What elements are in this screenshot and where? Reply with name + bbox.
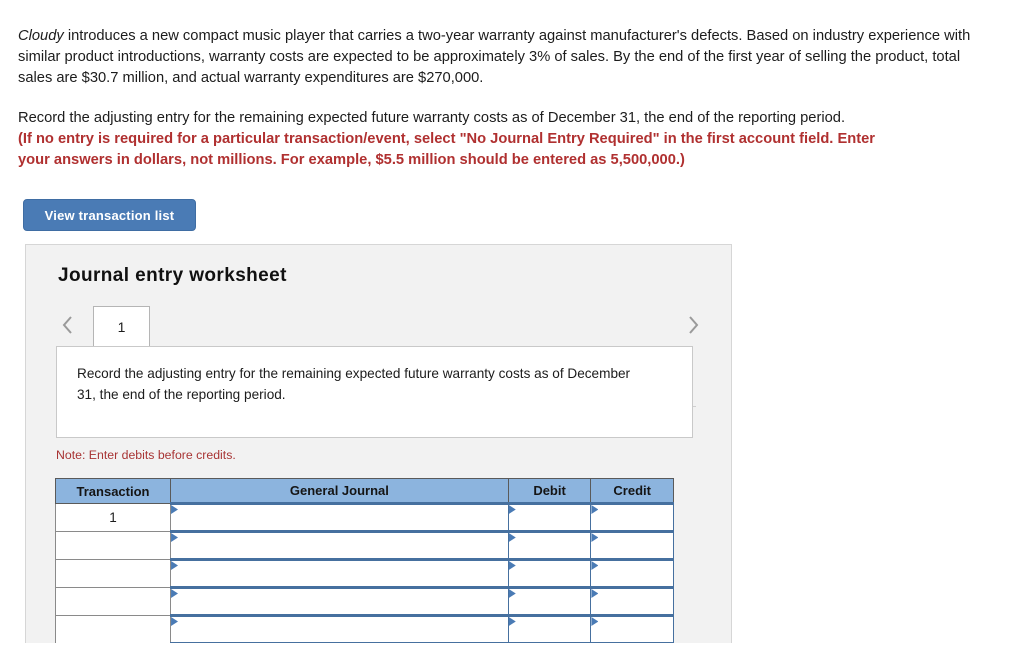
dropdown-flag-icon [508, 589, 516, 598]
problem-paragraph: Cloudy introduces a new compact music pl… [18, 26, 976, 89]
dropdown-flag-icon [508, 505, 516, 514]
dropdown-flag-icon [591, 505, 599, 514]
problem-paragraph-rest: introduces a new compact music player th… [18, 28, 971, 86]
credit-input[interactable] [590, 586, 674, 616]
debits-before-credits-note: Note: Enter debits before credits. [56, 448, 236, 462]
transaction-number-cell [54, 559, 172, 588]
credit-input[interactable] [590, 530, 674, 560]
general-journal-input[interactable] [170, 558, 509, 588]
general-journal-input[interactable] [170, 614, 509, 643]
worksheet-tab-1[interactable]: 1 [93, 306, 150, 346]
table-header-row: Transaction General Journal Debit Credit [54, 478, 674, 504]
problem-statement: Cloudy introduces a new compact music pl… [18, 26, 976, 89]
journal-entry-worksheet-panel: Journal entry worksheet 1 Record the adj… [25, 244, 732, 643]
debit-input[interactable] [507, 614, 592, 643]
credit-input[interactable] [590, 502, 674, 532]
dropdown-flag-icon [171, 533, 179, 542]
journal-entry-table: Transaction General Journal Debit Credit… [54, 478, 674, 643]
dropdown-flag-icon [591, 589, 599, 598]
debit-input[interactable] [507, 586, 592, 616]
dropdown-flag-icon [508, 617, 516, 626]
table-row [54, 614, 674, 643]
worksheet-instruction-text: Record the adjusting entry for the remai… [77, 366, 631, 402]
dropdown-flag-icon [171, 505, 179, 514]
column-header-transaction: Transaction [54, 478, 172, 504]
dropdown-flag-icon [591, 561, 599, 570]
debit-input[interactable] [507, 502, 592, 532]
worksheet-tab-strip: 1 [26, 306, 731, 407]
company-name: Cloudy [18, 28, 64, 44]
credit-input[interactable] [590, 614, 674, 643]
table-row [54, 558, 674, 588]
dropdown-flag-icon [508, 533, 516, 542]
requirement-note-line-2: your answers in dollars, not millions. F… [18, 152, 685, 168]
general-journal-input[interactable] [170, 530, 509, 560]
dropdown-flag-icon [591, 533, 599, 542]
table-row [54, 586, 674, 616]
requirement-line: Record the adjusting entry for the remai… [18, 110, 846, 126]
credit-input[interactable] [590, 558, 674, 588]
requirement-block: Record the adjusting entry for the remai… [18, 108, 988, 171]
transaction-number-cell: 1 [54, 503, 172, 532]
debit-input[interactable] [507, 558, 592, 588]
chevron-left-icon[interactable] [56, 310, 80, 340]
column-header-debit: Debit [507, 478, 592, 504]
dropdown-flag-icon [171, 589, 179, 598]
worksheet-title: Journal entry worksheet [58, 265, 287, 286]
dropdown-flag-icon [591, 617, 599, 626]
transaction-number-cell [54, 531, 172, 560]
worksheet-instruction-box: Record the adjusting entry for the remai… [56, 346, 693, 438]
requirement-note-line-1: (If no entry is required for a particula… [18, 131, 876, 147]
debit-input[interactable] [507, 530, 592, 560]
column-header-credit: Credit [590, 478, 674, 504]
table-row: 1 [54, 502, 674, 532]
dropdown-flag-icon [171, 617, 179, 626]
chevron-right-icon[interactable] [681, 310, 705, 340]
dropdown-flag-icon [508, 561, 516, 570]
table-row [54, 530, 674, 560]
view-transaction-list-button[interactable]: View transaction list [23, 199, 196, 231]
general-journal-input[interactable] [170, 586, 509, 616]
general-journal-input[interactable] [170, 502, 509, 532]
dropdown-flag-icon [171, 561, 179, 570]
transaction-number-cell [54, 615, 172, 643]
transaction-number-cell [54, 587, 172, 616]
column-header-general-journal: General Journal [170, 478, 509, 504]
